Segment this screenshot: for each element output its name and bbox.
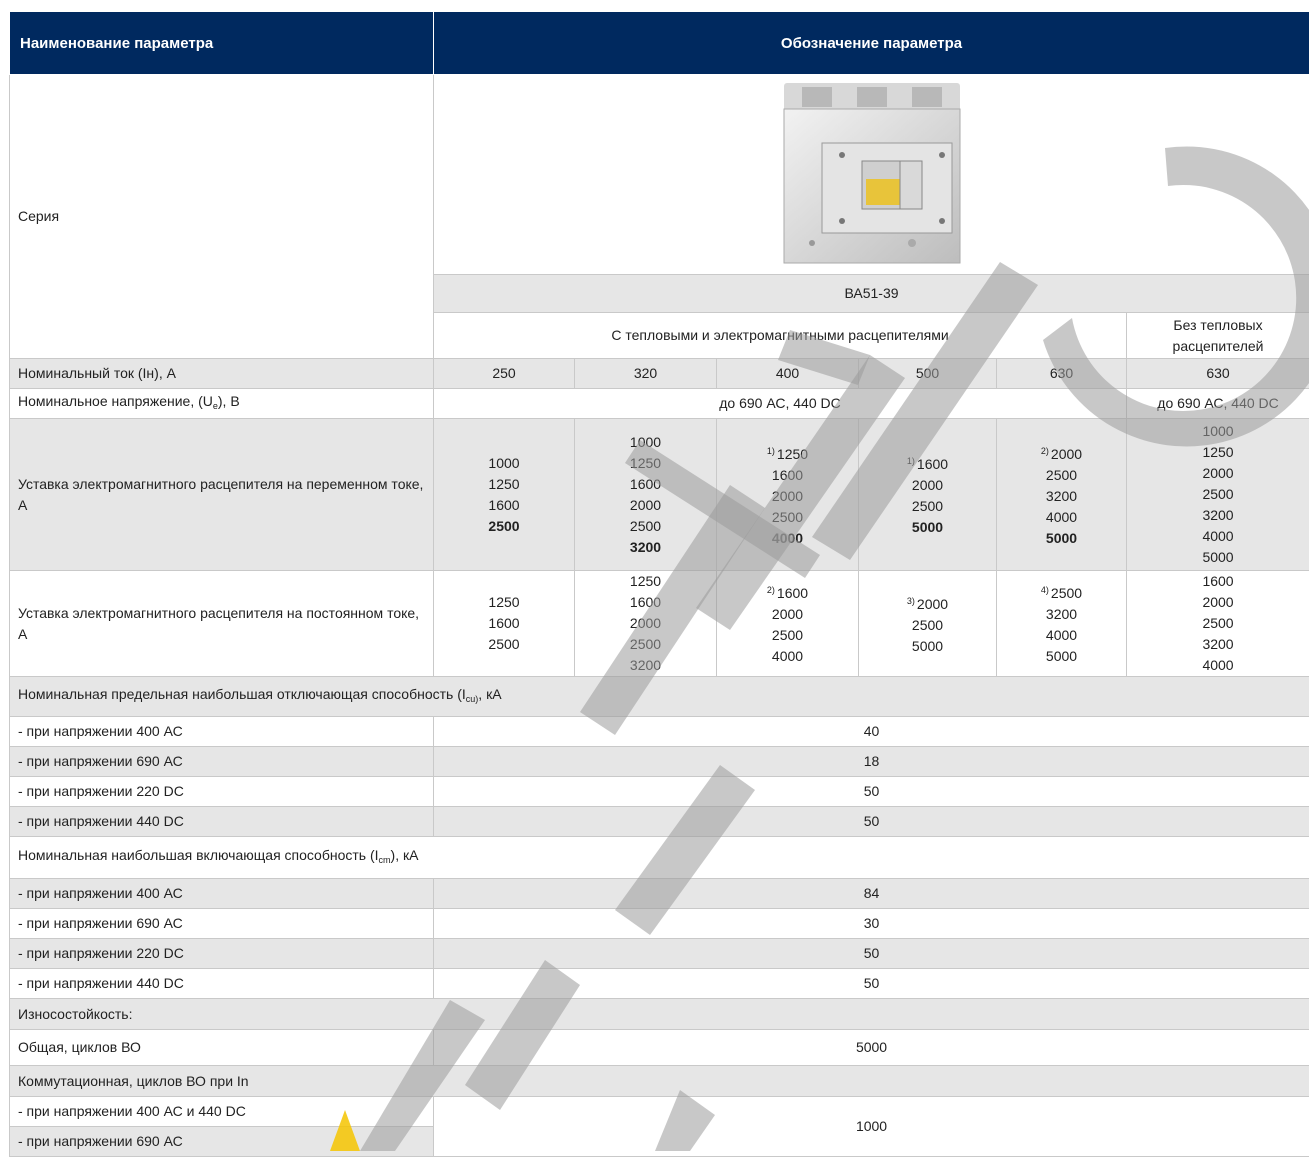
rated-current-value: 250 <box>434 359 575 389</box>
making-row-value: 50 <box>434 939 1309 969</box>
spec-table: Наименование параметра Обозначение парам… <box>9 12 1309 1157</box>
rated-current-value: 630 <box>1127 359 1309 389</box>
wear-total-label: Общая, циклов ВО <box>10 1030 434 1066</box>
making-row-value: 84 <box>434 879 1309 909</box>
ac-setting-col2: 1000 1250 1600 2000 2500 3200 <box>575 419 717 571</box>
breaking-row: - при напряжении 690 АС 18 <box>10 747 1309 777</box>
ac-setting-col5: 2)2000 2500 3200 4000 5000 <box>997 419 1127 571</box>
wear-switching-row-label: - при напряжении 690 АС <box>10 1127 434 1157</box>
breaking-row-label: - при напряжении 440 DC <box>10 807 434 837</box>
dc-setting-label: Уставка электромагнитного расцепителя на… <box>10 571 434 677</box>
footnote-marker: 1) <box>767 446 775 456</box>
rated-current-row: Номинальный ток (Iн), А 250 320 400 500 … <box>10 359 1309 389</box>
rated-voltage-value: до 690 АС, 440 DC <box>434 389 1127 419</box>
breaking-row-value: 50 <box>434 777 1309 807</box>
wear-label: Износостойкость: <box>10 999 1309 1030</box>
breaking-row-value: 18 <box>434 747 1309 777</box>
breaking-row-label: - при напряжении 220 DC <box>10 777 434 807</box>
rated-current-value: 500 <box>859 359 997 389</box>
wear-section: Износостойкость: <box>10 999 1309 1030</box>
breaking-capacity-section: Номинальная предельная наибольшая отключ… <box>10 677 1309 717</box>
ac-setting-row: Уставка электромагнитного расцепителя на… <box>10 419 1309 571</box>
breaking-row: - при напряжении 400 АС 40 <box>10 717 1309 747</box>
series-model: ВА51-39 <box>434 275 1309 313</box>
wear-switching-value: 1000 <box>434 1097 1309 1157</box>
breaking-row-label: - при напряжении 400 АС <box>10 717 434 747</box>
breaking-row-label: - при напряжении 690 АС <box>10 747 434 777</box>
making-row: - при напряжении 400 АС 84 <box>10 879 1309 909</box>
ac-setting-col4: 1)1600 2000 2500 5000 <box>859 419 997 571</box>
ac-setting-label: Уставка электромагнитного расцепителя на… <box>10 419 434 571</box>
dc-setting-col1: 1250 1600 2500 <box>434 571 575 677</box>
breaking-row: - при напряжении 440 DC 50 <box>10 807 1309 837</box>
rated-current-label: Номинальный ток (Iн), А <box>10 359 434 389</box>
making-row-value: 30 <box>434 909 1309 939</box>
making-row-label: - при напряжении 690 АС <box>10 909 434 939</box>
rated-voltage-row: Номинальное напряжение, (Ue), В до 690 А… <box>10 389 1309 419</box>
making-row: - при напряжении 690 АС 30 <box>10 909 1309 939</box>
ac-setting-col1: 1000 1250 1600 2500 <box>434 419 575 571</box>
breaking-row-value: 50 <box>434 807 1309 837</box>
dc-setting-row: Уставка электромагнитного расцепителя на… <box>10 571 1309 677</box>
rated-current-value: 630 <box>997 359 1127 389</box>
without-thermal-label: Без тепловых расцепителей <box>1127 313 1309 359</box>
wear-total-value: 5000 <box>434 1030 1309 1066</box>
dc-setting-col5: 4)2500 3200 4000 5000 <box>997 571 1127 677</box>
footnote-marker: 4) <box>1041 585 1049 595</box>
ac-setting-col3: 1)1250 1600 2000 2500 4000 <box>717 419 859 571</box>
product-photo-cell <box>434 75 1309 275</box>
making-capacity-label: Номинальная наибольшая включающая способ… <box>10 837 1309 879</box>
wear-switching-row-label: - при напряжении 400 АС и 440 DC <box>10 1097 434 1127</box>
ac-setting-col6: 1000 1250 2000 2500 3200 4000 5000 <box>1127 419 1309 571</box>
series-photo-row: Серия <box>10 75 1309 275</box>
breaking-capacity-label: Номинальная предельная наибольшая отключ… <box>10 677 1309 717</box>
making-row-label: - при напряжении 220 DC <box>10 939 434 969</box>
dc-setting-col2: 1250 1600 2000 2500 3200 <box>575 571 717 677</box>
breaking-row-value: 40 <box>434 717 1309 747</box>
making-row-label: - при напряжении 440 DC <box>10 969 434 999</box>
footnote-marker: 1) <box>907 456 915 466</box>
header-param-value: Обозначение параметра <box>434 12 1309 75</box>
rated-current-value: 400 <box>717 359 859 389</box>
rated-current-value: 320 <box>575 359 717 389</box>
making-row: - при напряжении 220 DC 50 <box>10 939 1309 969</box>
making-capacity-section: Номинальная наибольшая включающая способ… <box>10 837 1309 879</box>
with-thermal-label: С тепловыми и электромагнитными расцепит… <box>434 313 1127 359</box>
dc-setting-col3: 2)1600 2000 2500 4000 <box>717 571 859 677</box>
making-row: - при напряжении 440 DC 50 <box>10 969 1309 999</box>
wear-switching-row: - при напряжении 400 АС и 440 DC 1000 <box>10 1097 1309 1127</box>
footnote-marker: 2) <box>767 585 775 595</box>
circuit-breaker-image <box>782 83 962 265</box>
dc-setting-col6: 1600 2000 2500 3200 4000 <box>1127 571 1309 677</box>
wear-switching-section: Коммутационная, циклов ВО при In <box>10 1066 1309 1097</box>
footnote-marker: 2) <box>1041 446 1049 456</box>
series-label: Серия <box>10 75 434 359</box>
wear-switching-label: Коммутационная, циклов ВО при In <box>10 1066 1309 1097</box>
footnote-marker: 3) <box>907 596 915 606</box>
making-row-value: 50 <box>434 969 1309 999</box>
header-param-name: Наименование параметра <box>10 12 434 75</box>
dc-setting-col4: 3)2000 2500 5000 <box>859 571 997 677</box>
wear-total-row: Общая, циклов ВО 5000 <box>10 1030 1309 1066</box>
breaking-row: - при напряжении 220 DC 50 <box>10 777 1309 807</box>
header-row: Наименование параметра Обозначение парам… <box>10 12 1309 75</box>
making-row-label: - при напряжении 400 АС <box>10 879 434 909</box>
rated-voltage-label: Номинальное напряжение, (Ue), В <box>10 389 434 419</box>
rated-voltage-value-last: до 690 АС, 440 DC <box>1127 389 1309 419</box>
